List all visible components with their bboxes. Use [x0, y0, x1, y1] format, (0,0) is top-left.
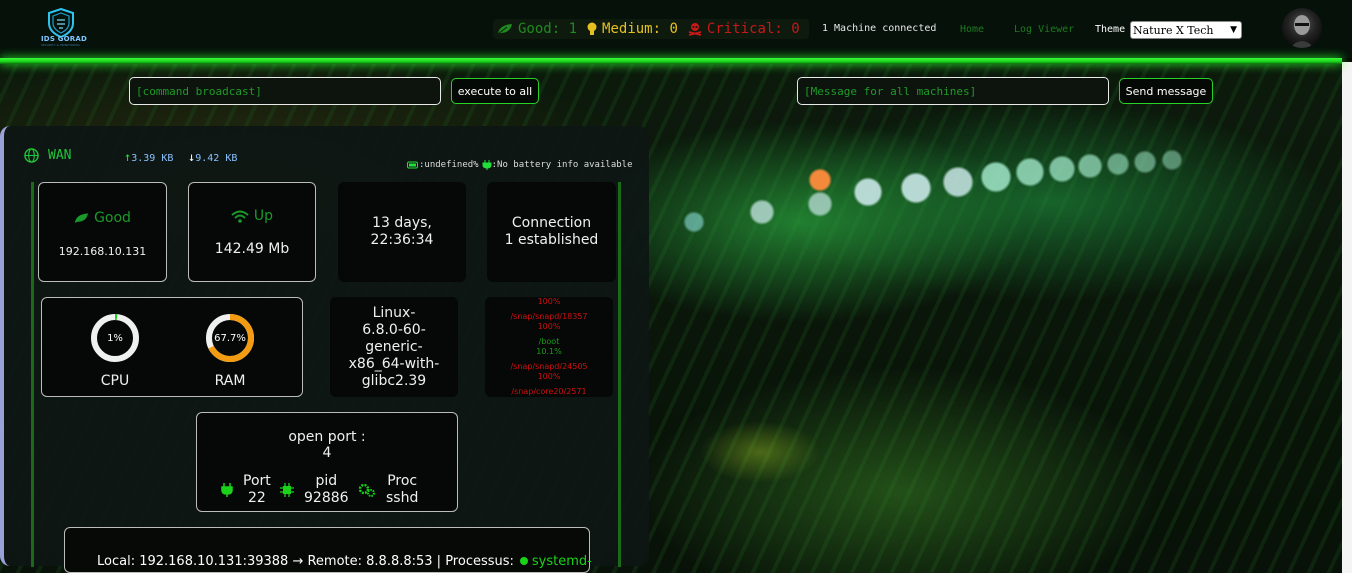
- cpu-label: CPU: [100, 373, 130, 389]
- os-card: Linux- 6.8.0-60- generic- x86_64-with- g…: [330, 297, 458, 397]
- chip-icon: [280, 483, 294, 497]
- disk-mount: /snap/snapd/24505: [510, 362, 588, 371]
- header-glow-line: [0, 58, 1342, 64]
- resources-card: 1% CPU 67.7% RAM: [41, 297, 303, 397]
- status-card: Good 192.168.10.131: [38, 182, 167, 282]
- panel-divider-right: [618, 182, 621, 567]
- disk-usage: 10.1%: [536, 347, 562, 356]
- battery-status: :undefined% :No battery info available: [407, 160, 633, 170]
- status-good-label: Good:: [518, 21, 561, 37]
- status-summary: Good: 1 Medium: 0 Critical: 0: [493, 19, 809, 39]
- nav-home-link[interactable]: Home: [960, 24, 984, 35]
- theme-select-value: Nature X Tech: [1133, 23, 1214, 37]
- logo-text: IDS GORAD: [41, 35, 88, 43]
- panel-divider-left: [31, 182, 34, 567]
- port-label: Port: [243, 473, 271, 489]
- proc-info: Proc sshd: [358, 473, 418, 507]
- upload-traffic: ↑3.39 KB: [124, 150, 173, 164]
- nav-log-viewer-link[interactable]: Log Viewer: [1014, 24, 1074, 35]
- connection-card: Connection 1 established: [487, 182, 616, 282]
- pid-value: 92886: [304, 490, 349, 506]
- proc-label: Proc: [387, 473, 418, 489]
- wan-label: WAN: [48, 148, 72, 163]
- connection-title: Connection: [511, 215, 592, 231]
- disk-usage: 100%: [537, 297, 561, 306]
- open-port-title: open port :: [288, 429, 366, 445]
- connection-endpoints: Local: 192.168.10.131:39388 → Remote: 8.…: [97, 554, 514, 569]
- chevron-down-icon: ▼: [1230, 25, 1237, 35]
- status-medium[interactable]: Medium: 0: [587, 21, 678, 37]
- disks-card: 100% /snap/snapd/18357 100% /boot 10.1% …: [485, 297, 613, 397]
- network-status-label: Up: [253, 208, 274, 224]
- pid-info: pid 92886: [280, 473, 349, 507]
- os-line: Linux-: [372, 305, 416, 321]
- machine-ip: 192.168.10.131: [58, 245, 147, 258]
- download-traffic: ↓9.42 KB: [188, 150, 237, 164]
- cpu-percent: 1%: [107, 332, 123, 344]
- execute-to-all-button[interactable]: execute to all: [451, 78, 539, 104]
- status-critical[interactable]: Critical: 0: [688, 21, 800, 37]
- port-value: 22: [247, 490, 266, 506]
- os-line: generic-: [365, 339, 423, 355]
- open-port-count: 4: [322, 445, 332, 461]
- open-port-card: open port : 4 Port 22 pid 92886 Proc ssh…: [196, 412, 458, 512]
- page-edge: [1342, 62, 1352, 573]
- theme-select[interactable]: Nature X Tech ▼: [1130, 21, 1242, 39]
- skull-icon: [688, 23, 702, 36]
- status-medium-label: Medium:: [602, 21, 662, 37]
- logo-subtext: SECURITY & MONITORING: [41, 43, 80, 47]
- disk-usage: 100%: [537, 322, 561, 331]
- avatar[interactable]: [1282, 8, 1322, 48]
- globe-icon: [24, 148, 39, 163]
- bulb-icon: [587, 22, 597, 35]
- proc-value: sshd: [386, 490, 419, 506]
- wifi-icon: [231, 210, 249, 223]
- connection-line: Local: 192.168.10.131:39388 → Remote: 8.…: [97, 554, 592, 569]
- status-medium-count: 0: [669, 21, 678, 37]
- connection-process: systemd-: [531, 554, 592, 569]
- connection-detail: Local: 192.168.10.131:39388 → Remote: 8.…: [64, 527, 592, 573]
- status-good[interactable]: Good: 1: [497, 21, 577, 37]
- status-good-count: 1: [568, 21, 578, 37]
- ram-label: RAM: [214, 373, 246, 389]
- disk-mount: /snap/snapd/18357: [510, 312, 588, 321]
- upload-value: 3.39 KB: [131, 153, 174, 164]
- battery-info: :No battery info available: [491, 160, 633, 170]
- send-message-button[interactable]: Send message: [1119, 78, 1213, 104]
- plug-icon: [482, 160, 492, 170]
- uptime-card: 13 days, 22:36:34: [338, 182, 466, 282]
- theme-label: Theme: [1095, 24, 1126, 35]
- download-value: 9.42 KB: [195, 153, 238, 164]
- leaf-icon: [75, 213, 89, 223]
- cpu-gauge: 1%: [89, 312, 141, 364]
- ram-gauge: 67.7%: [204, 312, 256, 364]
- wan-indicator: WAN: [24, 148, 71, 163]
- gears-icon: [358, 483, 375, 497]
- disk-mount: /snap/core20/2571: [511, 387, 587, 396]
- uptime-time: 22:36:34: [370, 232, 434, 248]
- disk-mount: /boot: [538, 337, 560, 346]
- network-card: Up 142.49 Mb: [188, 182, 316, 282]
- status-critical-count: 0: [791, 21, 800, 37]
- os-line: glibc2.39: [361, 373, 427, 389]
- network-value: 142.49 Mb: [214, 241, 290, 257]
- uptime-days: 13 days,: [372, 215, 432, 231]
- port-info: Port 22: [221, 473, 271, 507]
- status-critical-label: Critical:: [706, 21, 783, 37]
- leaf-icon: [497, 24, 512, 35]
- battery-percent: :undefined%: [419, 160, 479, 170]
- machine-status-label: Good: [94, 210, 131, 226]
- broadcast-message-input[interactable]: [Message for all machines]: [797, 77, 1109, 105]
- machines-connected: 1 Machine connected: [822, 23, 937, 34]
- pid-label: pid: [315, 473, 338, 489]
- disk-usage: 100%: [537, 372, 561, 381]
- command-broadcast-input[interactable]: [command broadcast]: [129, 77, 441, 105]
- connection-value: 1 established: [504, 232, 599, 248]
- process-status-dot: [519, 557, 528, 565]
- battery-icon: [407, 161, 418, 169]
- os-line: 6.8.0-60-: [362, 322, 426, 338]
- os-line: x86_64-with-: [348, 356, 440, 372]
- ram-percent: 67.7%: [214, 332, 246, 344]
- plug-icon: [221, 483, 233, 497]
